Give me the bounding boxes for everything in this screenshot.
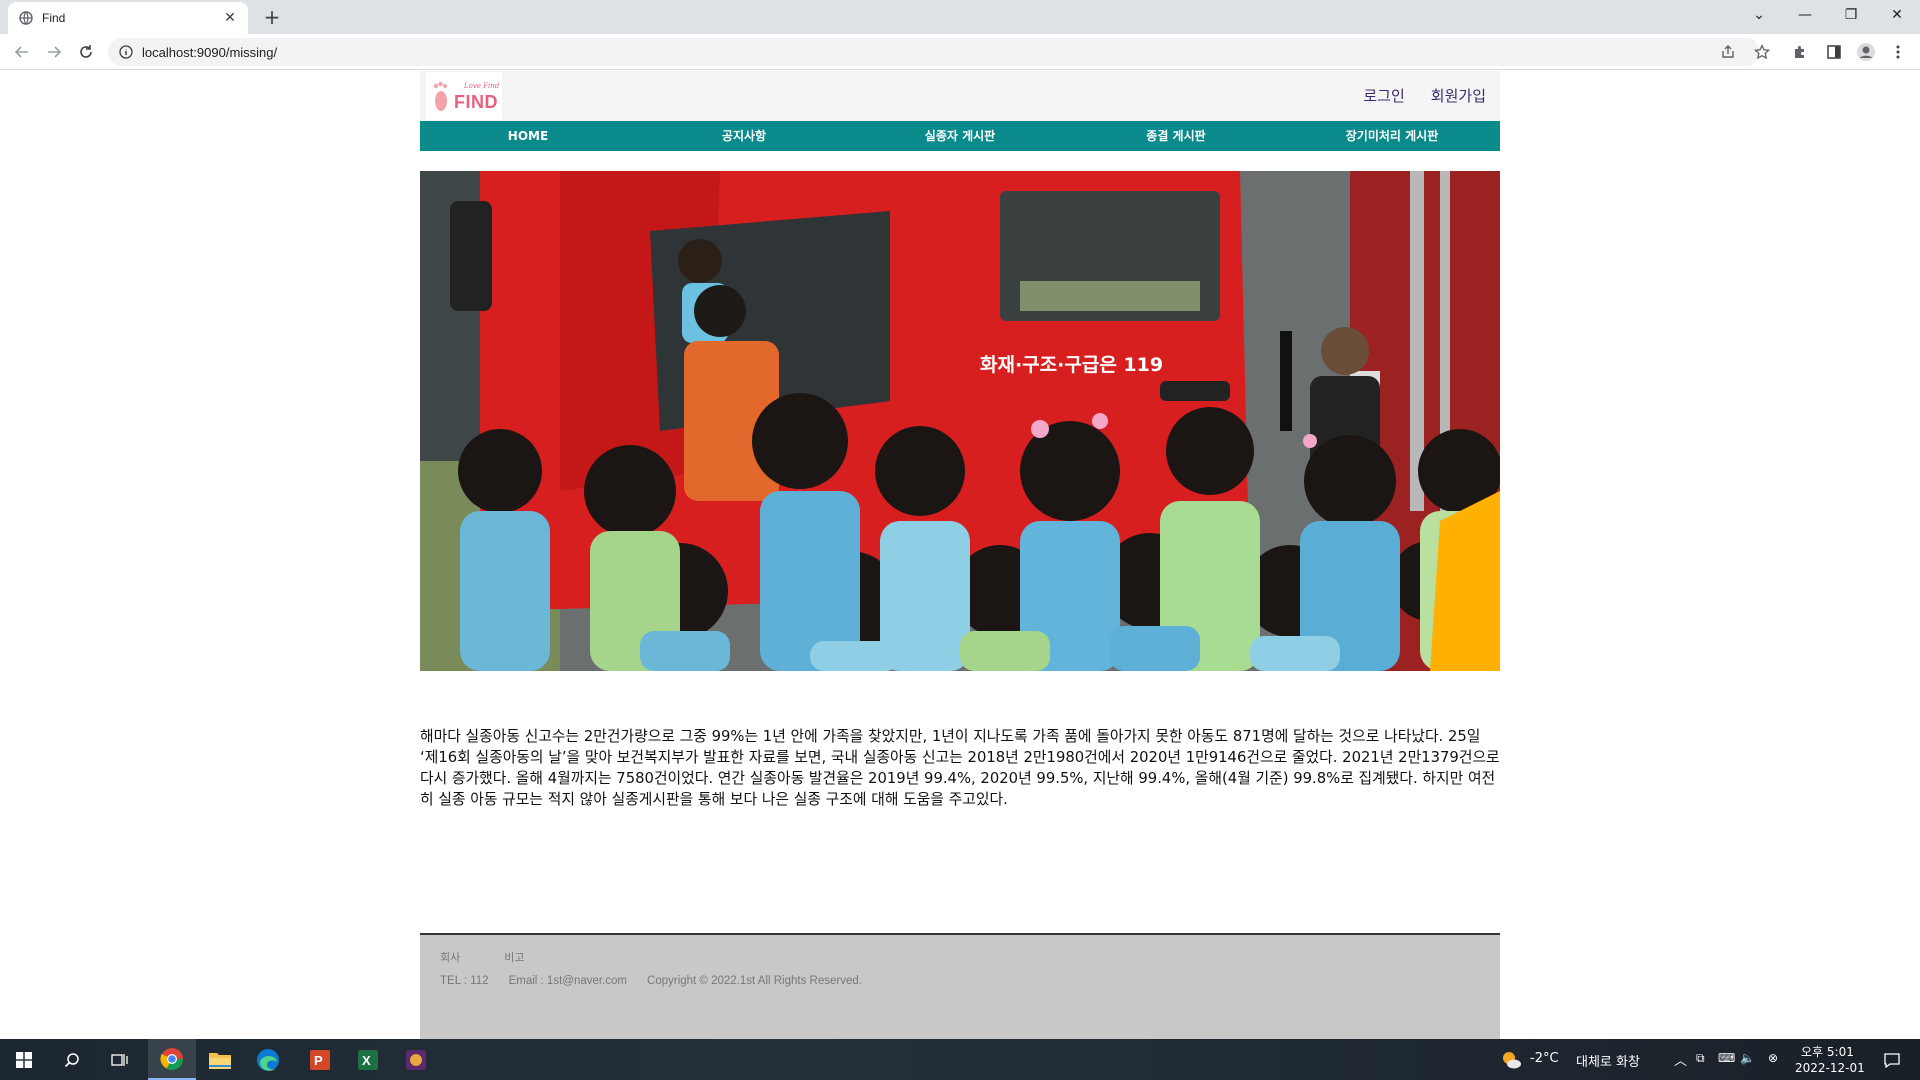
site-header: Love Find FIND 로그인 회원가입 [420,71,1500,121]
search-icon[interactable] [48,1039,96,1080]
footprint-icon [430,79,452,113]
windows-start-icon[interactable] [0,1039,48,1080]
nav-longterm-board[interactable]: 장기미처리 게시판 [1284,121,1500,151]
clock-date[interactable]: 2022-12-01 [1795,1061,1865,1075]
volume-muted-icon[interactable]: 🔈 [1740,1051,1755,1065]
nav-missing-board[interactable]: 실종자 게시판 [852,121,1068,151]
back-arrow-icon [14,46,28,58]
logo-tagline: Love Find [464,82,500,90]
task-view-icon[interactable] [96,1039,144,1080]
svg-text:X: X [362,1053,371,1068]
forward-arrow-icon [48,46,62,58]
footer-copyright: Copyright © 2022.1st All Rights Reserved… [647,975,862,987]
address-bar[interactable]: localhost:9090/missing/ [108,38,1760,66]
site-logo[interactable]: Love Find FIND [426,72,502,120]
close-window-button[interactable]: ✕ [1874,0,1920,30]
weather-desc: 대체로 화창 [1576,1055,1640,1070]
browser-tabbar: Find ✕ + ⌄ — ❐ ✕ [0,0,1920,34]
windows-taskbar: P X -2°C 대체로 화창 ︿ ⧉ ⌨ 🔈 ⊗ 오후 5:01 2022-1… [0,1039,1920,1080]
share-icon[interactable] [1716,40,1740,64]
new-tab-button[interactable]: + [258,4,286,32]
side-panel-icon[interactable] [1822,40,1846,64]
browser-tab[interactable]: Find ✕ [8,2,248,34]
auth-links: 로그인 회원가입 [1363,85,1486,106]
weather-temp: -2°C [1530,1051,1559,1066]
network-icon[interactable]: ⌨ [1718,1051,1735,1065]
reload-icon [80,45,92,58]
hero-image: 화재·구조·구급은 119 [420,171,1500,671]
edge-icon[interactable] [244,1039,292,1080]
profile-avatar-icon[interactable] [1854,40,1878,64]
tab-search-icon[interactable]: ⌄ [1736,0,1782,30]
menu-kebab-icon[interactable] [1886,40,1910,64]
meet-now-icon[interactable]: ⧉ [1696,1051,1705,1066]
article-text: 해마다 실종아동 신고수는 2만건가량으로 그중 99%는 1년 안에 가족을 … [420,728,1500,808]
footer-email: Email : 1st@naver.com [508,975,628,987]
main-nav: HOME 공지사항 실종자 게시판 종결 게시판 장기미처리 게시판 [420,121,1500,151]
minimize-button[interactable]: — [1782,0,1828,30]
file-explorer-icon[interactable] [196,1039,244,1080]
weather-icon[interactable] [1496,1039,1526,1080]
reload-button[interactable] [72,38,100,66]
action-center-icon[interactable] [1872,1039,1912,1080]
tab-title: Find [42,11,66,25]
tray-chevron-icon[interactable]: ︿ [1674,1050,1687,1069]
extensions-icon[interactable] [1788,40,1812,64]
page-content: Love Find FIND 로그인 회원가입 HOME 공지사항 실종자 게시… [0,71,1920,1039]
footer-company-label: 회사 [440,951,461,964]
nav-notice[interactable]: 공지사항 [636,121,852,151]
restore-button[interactable]: ❐ [1828,0,1874,30]
hero-truck-sign: 화재·구조·구급은 119 [980,354,1163,376]
signup-link[interactable]: 회원가입 [1431,85,1486,106]
url-text: localhost:9090/missing/ [142,44,278,60]
excel-icon[interactable]: X [344,1039,392,1080]
chrome-taskbar-icon[interactable] [148,1039,196,1080]
footer-note-label: 비고 [504,951,525,964]
logo-text: FIND [454,91,498,112]
site-info-icon[interactable] [118,44,134,60]
back-button[interactable] [8,38,36,66]
bookmark-star-icon[interactable] [1750,40,1774,64]
site-footer: 회사 비고 TEL : 112 Email : 1st@naver.com Co… [420,933,1500,1039]
tab-close-icon[interactable]: ✕ [222,10,238,26]
browser-toolbar: localhost:9090/missing/ [0,34,1920,70]
footer-tel: TEL : 112 [440,975,489,987]
login-link[interactable]: 로그인 [1363,85,1404,106]
forward-button[interactable] [40,38,68,66]
nav-closed-board[interactable]: 종결 게시판 [1068,121,1284,151]
powerpoint-icon[interactable]: P [296,1039,344,1080]
globe-icon [18,10,34,26]
nav-home[interactable]: HOME [420,121,636,151]
notification-x-icon[interactable]: ⊗ [1768,1051,1778,1065]
clock-time[interactable]: 오후 5:01 [1801,1043,1854,1060]
svg-text:P: P [314,1053,323,1068]
app-taskbar-icon[interactable] [392,1039,440,1080]
